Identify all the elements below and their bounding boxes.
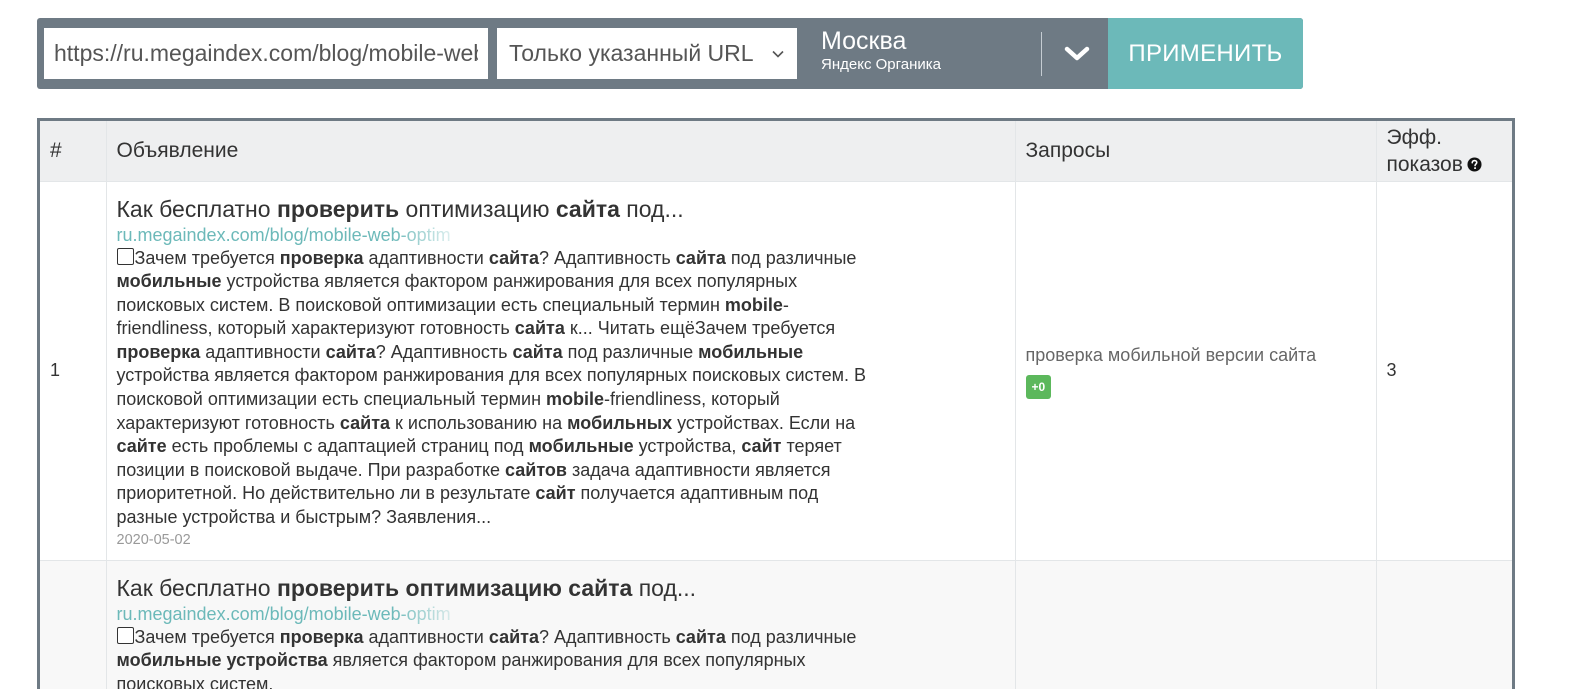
highlight-term: сайте	[116, 436, 167, 457]
region-selector[interactable]: Москва Яндекс Органика	[821, 26, 1031, 81]
highlight-term: mobile	[724, 294, 783, 315]
ad-date: 2020-05-02	[116, 531, 191, 548]
text-segment: адаптивности	[200, 341, 326, 362]
region-city: Москва	[821, 27, 907, 55]
highlight-term: мобильные устройства	[116, 650, 328, 671]
ad-cell: Как бесплатно проверить оптимизацию сайт…	[106, 560, 1016, 689]
text-segment: Зачем требуется	[134, 247, 280, 268]
ad-description: Зачем требуется проверка адаптивности са…	[116, 247, 877, 530]
ad-cell: Как бесплатно проверить оптимизацию сайт…	[106, 181, 1016, 561]
table-header-row: # Объявление Запросы Эфф. показов	[40, 121, 1512, 182]
results-table: # Объявление Запросы Эфф. показов 1 Как б…	[37, 118, 1515, 689]
ad-url-link[interactable]: ru.megaindex.com/blog/mobile-web-optim	[117, 603, 469, 626]
table-row: 1 Как бесплатно проверить оптимизацию сай…	[40, 181, 1512, 561]
queries-cell: проверка мобильной версии сайта +0	[1015, 181, 1377, 561]
text-segment: под различные	[725, 626, 857, 647]
region-dropdown-toggle[interactable]	[1047, 28, 1107, 79]
text-segment: под...	[632, 574, 697, 601]
text-segment: есть проблемы с адаптацией страниц под	[166, 436, 529, 457]
highlight-term: мобильные	[698, 341, 804, 362]
url-input[interactable]	[44, 28, 488, 79]
ad-snippet: Как бесплатно проверить оптимизацию сайт…	[116, 182, 1005, 560]
text-segment: к использованию на	[390, 412, 568, 433]
highlight-term: сайта	[339, 412, 391, 433]
text-segment: устройства,	[633, 436, 742, 457]
ad-description: Зачем требуется проверка адаптивности са…	[116, 626, 877, 689]
text-segment: ? Адаптивность	[375, 341, 513, 362]
divider	[1041, 32, 1042, 76]
highlight-term: проверить оптимизацию сайта	[276, 574, 633, 601]
highlight-term: сайта	[325, 341, 376, 362]
column-header-num: #	[40, 121, 107, 182]
highlight-term: сайта	[555, 195, 620, 222]
highlight-term: сайта	[488, 247, 539, 268]
highlight-term: проверка	[279, 247, 364, 268]
text-segment: ? Адаптивность	[538, 626, 676, 647]
filter-bar: Только указанный URL Москва Яндекс Орган…	[37, 18, 1303, 89]
column-header-queries: Запросы	[1015, 121, 1377, 182]
region-engine: Яндекс Органика	[821, 56, 941, 73]
position-change-badge: +0	[1025, 374, 1052, 399]
text-segment: устройствах. Если на	[672, 412, 856, 433]
highlight-term: mobile	[546, 389, 605, 410]
highlight-term: мобильные	[528, 436, 634, 457]
column-header-eff-line1: Эфф.	[1386, 125, 1442, 149]
column-header-eff: Эфф. показов	[1376, 121, 1512, 182]
ad-snippet: Как бесплатно проверить оптимизацию сайт…	[116, 561, 1005, 689]
column-header-eff-line2: показов	[1386, 152, 1463, 176]
scope-select-label: Только указанный URL	[509, 40, 754, 66]
ad-url-link[interactable]: ru.megaindex.com/blog/mobile-web-optim	[117, 224, 469, 247]
text-segment: адаптивности	[363, 247, 489, 268]
text-segment: Зачем требуется	[134, 626, 280, 647]
effective-impressions: 3	[1376, 181, 1512, 561]
text-segment: под различные	[562, 341, 699, 362]
question-circle-icon[interactable]	[1467, 157, 1482, 172]
highlight-term: сайта	[675, 626, 726, 647]
ad-title[interactable]: Как бесплатно проверить оптимизацию сайт…	[117, 573, 1005, 603]
text-segment: Как бесплатно	[116, 195, 277, 222]
text-segment: под различные	[725, 247, 857, 268]
text-segment: к... Читать ещёЗачем требуется	[564, 318, 836, 339]
highlight-term: мобильных	[567, 412, 673, 433]
highlight-term: сайта	[514, 318, 565, 339]
text-segment: Как бесплатно	[116, 574, 277, 601]
highlight-term: сайта	[488, 626, 539, 647]
highlight-term: сайта	[512, 341, 563, 362]
highlight-term: проверить	[276, 195, 400, 222]
checkbox-icon[interactable]	[116, 626, 134, 644]
text-segment: адаптивности	[363, 626, 489, 647]
highlight-term: проверка	[116, 341, 201, 362]
table-row: Как бесплатно проверить оптимизацию сайт…	[40, 560, 1512, 689]
chevron-down-icon	[772, 50, 784, 58]
scope-select[interactable]: Только указанный URL	[497, 28, 797, 79]
highlight-term: мобильные	[116, 271, 222, 292]
column-header-ad: Объявление	[106, 121, 1016, 182]
query-text: проверка мобильной версии сайта	[1025, 344, 1317, 365]
highlight-term: сайт	[741, 436, 782, 457]
row-number	[40, 560, 107, 689]
chevron-down-icon	[1064, 46, 1090, 60]
text-segment: оптимизацию	[399, 195, 556, 222]
row-number: 1	[40, 181, 107, 561]
text-segment: под...	[619, 195, 684, 222]
highlight-term: сайта	[675, 247, 726, 268]
ad-title[interactable]: Как бесплатно проверить оптимизацию сайт…	[117, 194, 1005, 224]
text-segment: ? Адаптивность	[538, 247, 676, 268]
highlight-term: сайтов	[505, 459, 567, 480]
highlight-term: сайт	[535, 483, 576, 504]
checkbox-icon[interactable]	[116, 247, 134, 265]
queries-cell	[1015, 560, 1377, 689]
effective-impressions	[1376, 560, 1512, 689]
apply-button[interactable]: ПРИМЕНИТЬ	[1108, 18, 1303, 89]
highlight-term: проверка	[279, 626, 364, 647]
